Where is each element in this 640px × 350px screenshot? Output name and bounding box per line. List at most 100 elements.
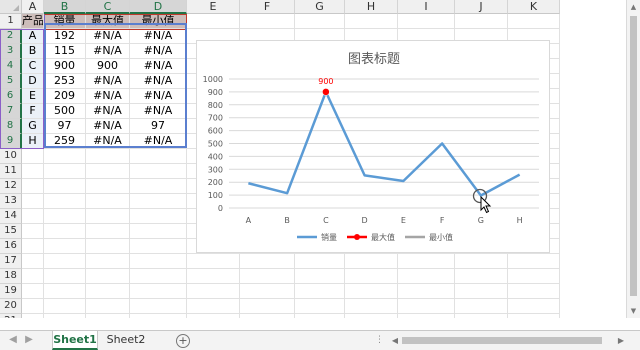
empty-cell[interactable]	[86, 299, 130, 314]
empty-cell[interactable]	[398, 269, 455, 284]
table-cell[interactable]: C	[22, 59, 44, 74]
empty-cell[interactable]	[86, 224, 130, 239]
empty-cell[interactable]	[44, 149, 86, 164]
row-header-16[interactable]: 16	[0, 239, 22, 254]
row-header-15[interactable]: 15	[0, 224, 22, 239]
empty-cell[interactable]	[22, 179, 44, 194]
row-header-5[interactable]: 5	[0, 74, 22, 89]
empty-cell[interactable]	[22, 299, 44, 314]
table-cell[interactable]: #N/A	[130, 134, 187, 149]
empty-cell[interactable]	[295, 284, 345, 299]
table-cell[interactable]: #N/A	[130, 104, 187, 119]
empty-cell[interactable]	[44, 194, 86, 209]
empty-cell[interactable]	[22, 194, 44, 209]
row-header-4[interactable]: 4	[0, 59, 22, 74]
empty-cell[interactable]	[44, 164, 86, 179]
empty-cell[interactable]	[455, 299, 508, 314]
horizontal-scrollbar[interactable]: ◀ ▶	[390, 335, 626, 347]
line-chart[interactable]: 图表标题 0 100 200 300 400 500 600 700 800 900 1000 A B C D…	[196, 40, 550, 253]
table-cell[interactable]: #N/A	[86, 104, 130, 119]
select-all-corner[interactable]	[0, 0, 22, 14]
table-cell[interactable]: #N/A	[130, 74, 187, 89]
empty-cell[interactable]	[22, 164, 44, 179]
table-header-cell[interactable]: 产品	[22, 14, 44, 29]
tab-sheet2[interactable]: Sheet2	[102, 331, 150, 350]
row-header-6[interactable]: 6	[0, 89, 22, 104]
column-header-d[interactable]: D	[130, 0, 187, 14]
table-cell[interactable]: 500	[44, 104, 86, 119]
empty-cell[interactable]	[295, 299, 345, 314]
tab-sheet1[interactable]: Sheet1	[52, 331, 98, 350]
empty-cell[interactable]	[508, 254, 560, 269]
empty-cell[interactable]	[22, 254, 44, 269]
table-cell[interactable]: 192	[44, 29, 86, 44]
column-header-j[interactable]: J	[455, 0, 508, 14]
empty-cell[interactable]	[130, 314, 187, 318]
empty-cell[interactable]	[44, 179, 86, 194]
empty-cell[interactable]	[345, 284, 398, 299]
empty-cell[interactable]	[86, 179, 130, 194]
table-cell[interactable]: 97	[130, 119, 187, 134]
empty-cell[interactable]	[295, 269, 345, 284]
empty-cell[interactable]	[398, 14, 455, 29]
row-header-2[interactable]: 2	[0, 29, 22, 44]
empty-cell[interactable]	[295, 14, 345, 29]
table-cell[interactable]: #N/A	[130, 59, 187, 74]
row-header-19[interactable]: 19	[0, 284, 22, 299]
empty-cell[interactable]	[508, 314, 560, 318]
column-header-h[interactable]: H	[345, 0, 398, 14]
empty-cell[interactable]	[508, 14, 560, 29]
empty-cell[interactable]	[86, 209, 130, 224]
row-header-9[interactable]: 9	[0, 134, 22, 149]
next-sheet-icon[interactable]: ▶	[22, 333, 36, 347]
empty-cell[interactable]	[44, 224, 86, 239]
empty-cell[interactable]	[86, 239, 130, 254]
row-header-13[interactable]: 13	[0, 194, 22, 209]
empty-cell[interactable]	[455, 269, 508, 284]
row-header-17[interactable]: 17	[0, 254, 22, 269]
column-header-c[interactable]: C	[86, 0, 130, 14]
empty-cell[interactable]	[508, 269, 560, 284]
row-header-7[interactable]: 7	[0, 104, 22, 119]
table-cell[interactable]: B	[22, 44, 44, 59]
table-cell[interactable]: A	[22, 29, 44, 44]
table-cell[interactable]: 97	[44, 119, 86, 134]
horizontal-scroll-thumb[interactable]	[402, 337, 602, 344]
table-cell[interactable]: #N/A	[86, 44, 130, 59]
column-header-k[interactable]: K	[508, 0, 560, 14]
empty-cell[interactable]	[130, 224, 187, 239]
table-cell[interactable]: F	[22, 104, 44, 119]
empty-cell[interactable]	[22, 269, 44, 284]
empty-cell[interactable]	[44, 299, 86, 314]
prev-sheet-icon[interactable]: ◀	[6, 333, 20, 347]
empty-cell[interactable]	[240, 14, 295, 29]
empty-cell[interactable]	[22, 224, 44, 239]
scroll-up-icon[interactable]: ▲	[627, 0, 640, 14]
empty-cell[interactable]	[345, 254, 398, 269]
scroll-left-icon[interactable]: ◀	[390, 335, 400, 347]
empty-cell[interactable]	[240, 284, 295, 299]
row-header-20[interactable]: 20	[0, 299, 22, 314]
empty-cell[interactable]	[295, 314, 345, 318]
row-header-14[interactable]: 14	[0, 209, 22, 224]
table-cell[interactable]: 259	[44, 134, 86, 149]
empty-cell[interactable]	[44, 209, 86, 224]
table-cell[interactable]: #N/A	[86, 134, 130, 149]
row-header-8[interactable]: 8	[0, 119, 22, 134]
empty-cell[interactable]	[44, 269, 86, 284]
empty-cell[interactable]	[345, 269, 398, 284]
row-header-1[interactable]: 1	[0, 14, 22, 29]
table-cell[interactable]: #N/A	[130, 89, 187, 104]
row-header-21[interactable]: 21	[0, 314, 22, 318]
column-header-e[interactable]: E	[187, 0, 240, 14]
empty-cell[interactable]	[22, 149, 44, 164]
empty-cell[interactable]	[455, 14, 508, 29]
empty-cell[interactable]	[295, 254, 345, 269]
vertical-scrollbar[interactable]: ▲ ▼	[626, 0, 640, 318]
column-header-b[interactable]: B	[44, 0, 86, 14]
empty-cell[interactable]	[187, 284, 240, 299]
empty-cell[interactable]	[130, 179, 187, 194]
table-header-cell[interactable]: 销量	[44, 14, 86, 29]
table-cell[interactable]: #N/A	[86, 89, 130, 104]
empty-cell[interactable]	[130, 164, 187, 179]
